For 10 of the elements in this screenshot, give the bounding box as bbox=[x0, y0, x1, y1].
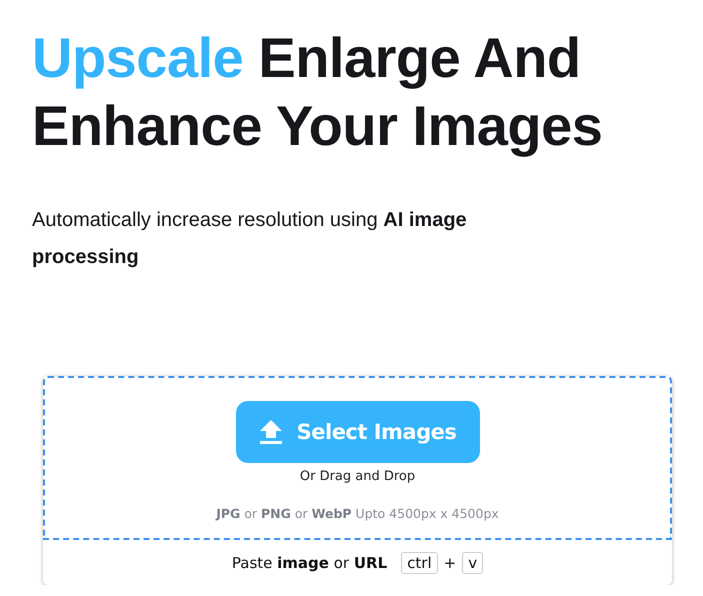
keyboard-key: ctrl bbox=[401, 552, 438, 574]
drop-zone[interactable]: Select Images Or Drag and Drop JPG or PNG or WebP Upto 4500px x 4500px bbox=[43, 376, 672, 540]
drag-hint: Or Drag and Drop bbox=[300, 469, 416, 484]
page-subtitle: Automatically increase resolution using AI image processing bbox=[32, 208, 468, 270]
formats-hint: JPG or PNG or WebP Upto 4500px x 4500px bbox=[216, 506, 499, 521]
keyboard-key: v bbox=[462, 552, 484, 574]
paste-hint: Paste image or URL bbox=[232, 554, 388, 572]
page-heading: Upscale Enlarge And Enhance Your Images bbox=[32, 25, 604, 159]
upload-icon bbox=[258, 419, 283, 445]
plus-sign: + bbox=[444, 554, 456, 572]
